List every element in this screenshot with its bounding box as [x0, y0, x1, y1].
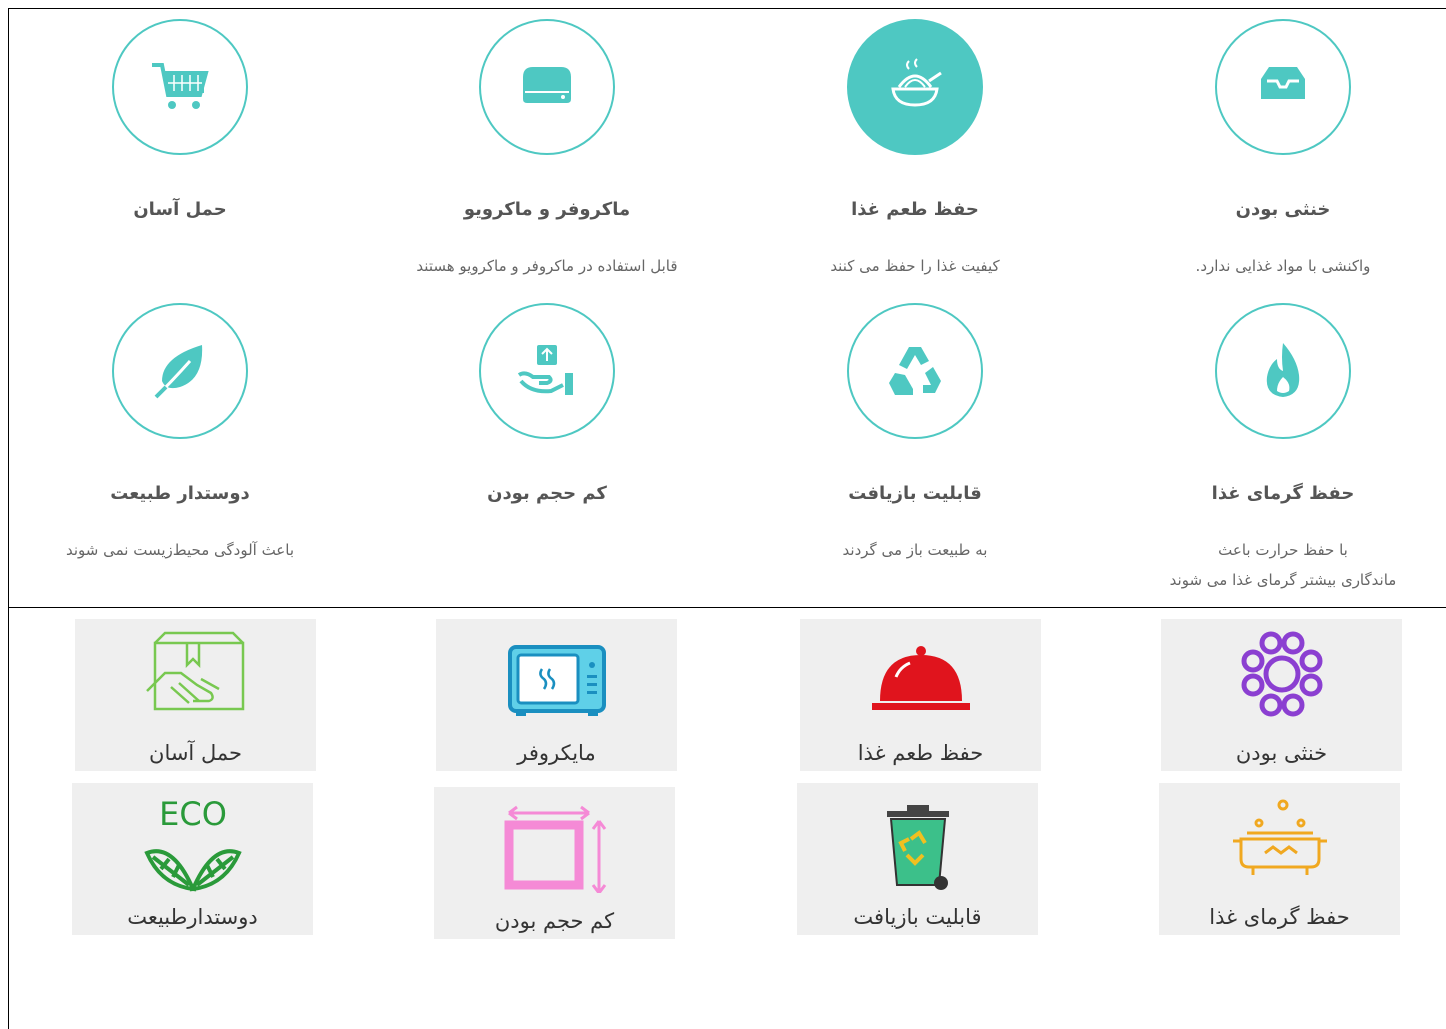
food-steam-icon: [847, 19, 983, 155]
tile-inert: خنثی بودن: [1161, 619, 1402, 771]
feature-desc: قابل استفاده در ماکروفر و ماکرویو هستند: [416, 257, 678, 275]
feature-desc: با حفظ حرارت باعث ماندگاری بیشتر گرمای غ…: [1169, 541, 1397, 589]
tile-label: خنثی بودن: [1235, 741, 1328, 765]
feature-microwave: ماکروفر و ماکرویو قابل استفاده در ماکروف…: [367, 19, 727, 281]
box-handshake-icon: [145, 631, 244, 711]
feature-title: قابلیت بازیافت: [848, 483, 982, 504]
feature-taste: حفظ طعم غذا کیفیت غذا را حفظ می کنند: [735, 19, 1095, 281]
hand-box-icon: [479, 303, 615, 439]
feature-title: ماکروفر و ماکرویو: [463, 199, 631, 220]
tray-icon: [1215, 19, 1351, 155]
tile-easy-carry: حمل آسان: [75, 619, 316, 771]
tile-compact: کم حجم بودن: [434, 787, 675, 939]
feature-title: حفظ گرمای غذا: [1211, 483, 1355, 504]
feature-title: خنثی بودن: [1235, 199, 1331, 220]
feature-recyclable: قابلیت بازیافت به طبیعت باز می گردند: [735, 303, 1095, 565]
cooking-pot-icon: [1232, 799, 1327, 875]
tile-eco-friendly: ECO دوستدارطبیعت: [72, 783, 313, 935]
resize-square-icon: [504, 805, 606, 893]
feature-desc: کیفیت غذا را حفظ می کنند: [830, 257, 1000, 275]
feature-title: حمل آسان: [133, 199, 227, 220]
microwave-icon: [479, 19, 615, 155]
feature-title: حفظ طعم غذا: [851, 199, 979, 220]
recycle-icon: [847, 303, 983, 439]
tile-label: قابلیت بازیافت: [853, 905, 982, 929]
tile-label: دوستدارطبیعت: [127, 905, 258, 929]
tile-taste: حفظ طعم غذا: [800, 619, 1041, 771]
tile-label: حفظ طعم غذا: [857, 741, 984, 765]
feature-title: کم حجم بودن: [487, 483, 607, 504]
tile-recyclable: قابلیت بازیافت: [797, 783, 1038, 935]
feature-title: دوستدار طبیعت: [110, 483, 250, 504]
microwave-icon: [507, 645, 606, 716]
molecule-icon: [1241, 631, 1322, 717]
cloche-icon: [871, 646, 970, 710]
tile-label: کم حجم بودن: [494, 909, 615, 933]
feature-eco-friendly: دوستدار طبیعت باعث آلودگی محیط‌زیست نمی …: [0, 303, 360, 565]
fire-icon: [1215, 303, 1351, 439]
feature-compact: کم حجم بودن: [367, 303, 727, 535]
feature-easy-carry: حمل آسان: [0, 19, 360, 251]
feature-desc: به طبیعت باز می گردند: [842, 541, 988, 559]
tile-label: مایکروفر: [517, 741, 596, 765]
leaf-icon: [112, 303, 248, 439]
cart-icon: [112, 19, 248, 155]
feature-keep-heat: حفظ گرمای غذا با حفظ حرارت باعث ماندگاری…: [1103, 303, 1446, 595]
tile-keep-heat: حفظ گرمای غذا: [1159, 783, 1400, 935]
tile-label: حفظ گرمای غذا: [1209, 905, 1350, 929]
tile-microwave: مایکروفر: [436, 619, 677, 771]
eco-leaves-icon: ECO: [143, 795, 242, 892]
eco-logo-text: ECO: [159, 795, 227, 833]
feature-desc: واکنشی با مواد غذایی ندارد.: [1195, 257, 1371, 275]
feature-desc: باعث آلودگی محیط‌زیست نمی شوند: [65, 541, 295, 559]
feature-inert: خنثی بودن واکنشی با مواد غذایی ندارد.: [1103, 19, 1446, 281]
tile-label: حمل آسان: [149, 741, 242, 765]
recycle-bin-icon: [886, 805, 949, 890]
